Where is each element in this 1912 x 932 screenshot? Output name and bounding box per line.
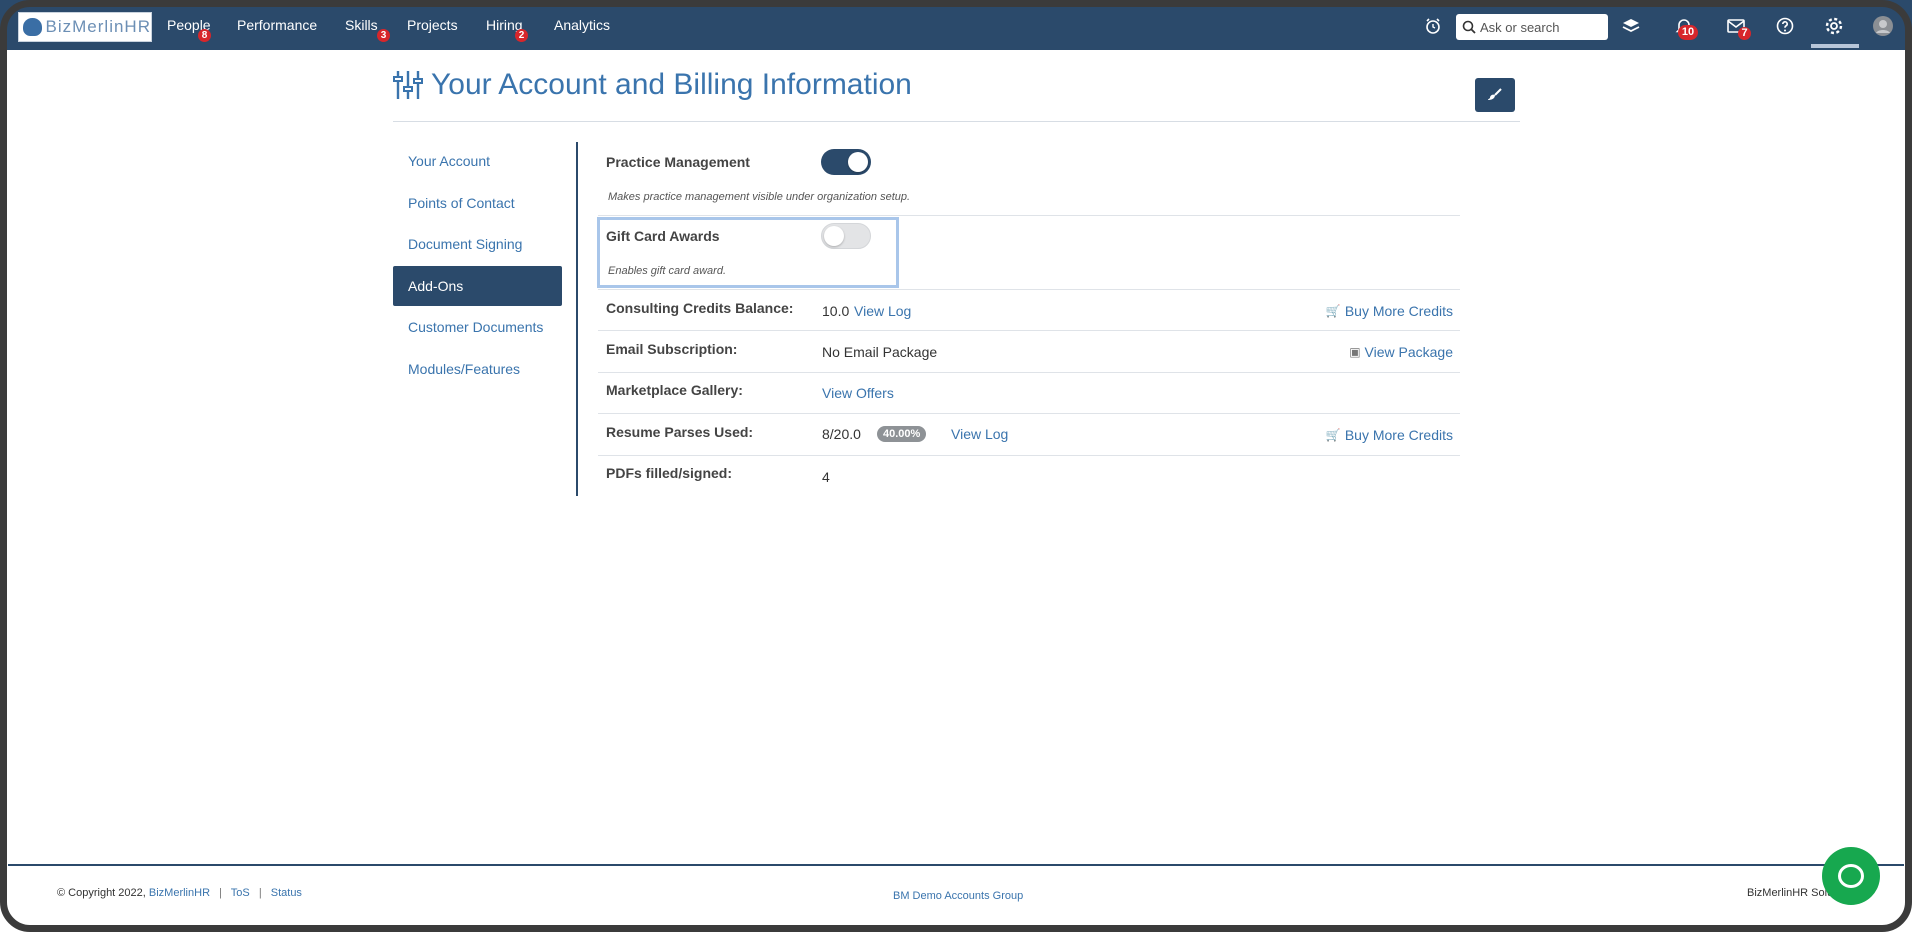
footer-left: © Copyright 2022, BizMerlinHR | ToS | St… <box>57 887 302 899</box>
cart-icon: 🛒 <box>1325 304 1341 318</box>
gear-icon[interactable] <box>1823 15 1845 37</box>
logo-text: BizMerlinHR <box>45 17 151 36</box>
sliders-icon <box>393 71 423 99</box>
sidebar-item-add-ons[interactable]: Add-Ons <box>393 266 562 306</box>
people-badge: 8 <box>198 29 211 42</box>
gift-card-awards-label: Gift Card Awards <box>606 228 720 244</box>
company-link[interactable]: BizMerlinHR <box>149 887 210 899</box>
gift-card-awards-toggle[interactable] <box>821 223 871 249</box>
notifications-badge: 10 <box>1678 25 1698 40</box>
sidebar-item-customer-documents[interactable]: Customer Documents <box>408 319 543 335</box>
cart-icon: 🛒 <box>1325 428 1341 442</box>
consulting-credits-value: 10.0 <box>822 303 850 319</box>
copyright-text: © Copyright 2022, <box>57 887 146 899</box>
status-link[interactable]: Status <box>271 887 302 899</box>
nav-performance[interactable]: Performance <box>237 17 317 33</box>
view-package-link[interactable]: ▣ View Package <box>1349 344 1453 360</box>
chat-icon <box>1838 864 1864 888</box>
pdfs-filled-value: 4 <box>822 469 830 485</box>
pdfs-filled-label: PDFs filled/signed: <box>606 465 733 481</box>
view-package-label: View Package <box>1364 344 1453 360</box>
toggle-knob <box>848 152 868 172</box>
consulting-credits-view-log[interactable]: View Log <box>854 303 911 319</box>
top-nav: BizMerlinHR People 8 Performance Skills … <box>0 0 1912 50</box>
sidebar-item-label: Add-Ons <box>408 278 464 294</box>
row-divider <box>598 455 1460 456</box>
resume-parses-view-log[interactable]: View Log <box>951 426 1008 442</box>
settings-active-indicator <box>1811 44 1859 48</box>
nav-analytics[interactable]: Analytics <box>554 17 610 33</box>
sidebar-item-document-signing[interactable]: Document Signing <box>408 236 522 252</box>
practice-management-description: Makes practice management visible under … <box>608 191 911 203</box>
email-subscription-label: Email Subscription: <box>606 341 738 357</box>
footer-center: BM Demo Accounts Group <box>893 890 1023 902</box>
email-subscription-value: No Email Package <box>822 344 938 360</box>
search-icon <box>1462 20 1476 34</box>
consulting-credits-label: Consulting Credits Balance: <box>606 300 794 316</box>
layers-icon[interactable] <box>1620 15 1642 37</box>
footer-right: BizMerlinHR Solu <box>1747 887 1833 899</box>
package-icon: ▣ <box>1349 345 1361 359</box>
nav-projects[interactable]: Projects <box>407 17 458 33</box>
sidebar-item-your-account[interactable]: Your Account <box>408 153 490 169</box>
device-frame <box>0 0 1912 932</box>
sidebar-item-points-of-contact[interactable]: Points of Contact <box>408 195 515 211</box>
avatar-icon[interactable] <box>1872 15 1894 37</box>
nav-skills[interactable]: Skills <box>345 17 378 33</box>
page-header: Your Account and Billing Information <box>393 68 912 102</box>
group-link[interactable]: BM Demo Accounts Group <box>893 890 1023 902</box>
buy-more-credits-label: Buy More Credits <box>1344 427 1453 443</box>
brush-button[interactable] <box>1475 78 1515 112</box>
resume-parses-percent-badge: 40.00% <box>877 426 927 442</box>
brush-icon <box>1488 88 1502 100</box>
chat-button[interactable] <box>1822 847 1880 905</box>
row-divider <box>598 413 1460 414</box>
resume-parses-label: Resume Parses Used: <box>606 424 754 440</box>
resume-parses-value: 8/20.0 <box>822 426 861 442</box>
logo-icon <box>23 18 42 36</box>
row-divider <box>598 372 1460 373</box>
hiring-badge: 2 <box>515 29 528 42</box>
search-box[interactable] <box>1456 14 1608 40</box>
help-icon[interactable] <box>1774 15 1796 37</box>
marketplace-gallery-label: Marketplace Gallery: <box>606 382 743 398</box>
tos-link[interactable]: ToS <box>231 887 250 899</box>
skills-badge: 3 <box>377 29 390 42</box>
search-input[interactable] <box>1480 19 1600 35</box>
messages-badge: 7 <box>1738 27 1751 40</box>
page-title: Your Account and Billing Information <box>431 68 912 101</box>
gift-card-awards-description: Enables gift card award. <box>608 265 727 277</box>
row-divider <box>598 289 1460 290</box>
buy-more-credits-label: Buy More Credits <box>1344 303 1453 319</box>
footer-company-text: BizMerlinHR Solu <box>1747 887 1834 899</box>
view-offers-link[interactable]: View Offers <box>822 385 894 401</box>
sidebar-item-modules-features[interactable]: Modules/Features <box>408 361 520 377</box>
buy-more-credits-link[interactable]: 🛒 Buy More Credits <box>1326 303 1453 319</box>
sidebar-divider <box>576 142 578 496</box>
alarm-clock-icon[interactable] <box>1422 15 1444 37</box>
row-divider <box>598 330 1460 331</box>
title-divider <box>393 121 1520 122</box>
toggle-knob <box>824 226 844 246</box>
buy-more-credits-link[interactable]: 🛒 Buy More Credits <box>1326 427 1453 443</box>
row-divider <box>598 215 1460 216</box>
app-logo[interactable]: BizMerlinHR <box>18 12 152 42</box>
footer-divider <box>8 864 1904 866</box>
practice-management-label: Practice Management <box>606 154 750 170</box>
practice-management-toggle[interactable] <box>821 149 871 175</box>
